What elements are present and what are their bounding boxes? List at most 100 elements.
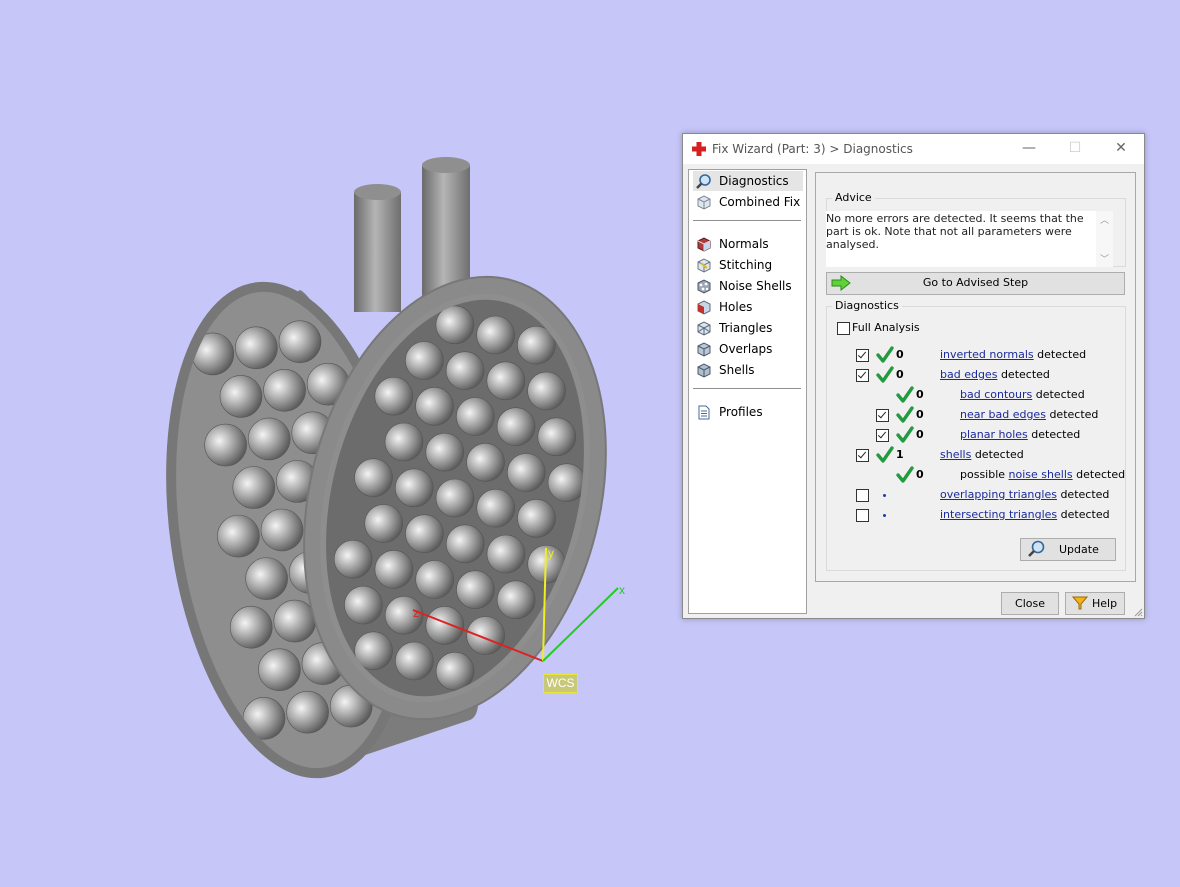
nav-item-stitching[interactable]: Stitching <box>693 255 803 275</box>
advice-scrollbar[interactable]: ︿ ﹀ <box>1096 211 1113 267</box>
diagnostic-suffix: detected <box>1049 408 1099 421</box>
diagnostic-suffix: detected <box>1037 348 1087 361</box>
stitching-cube-icon <box>697 258 711 273</box>
diagnostic-link[interactable]: bad contours <box>960 388 1032 401</box>
diagnostic-checkbox[interactable] <box>856 509 869 522</box>
diagnostic-link[interactable]: intersecting triangles <box>940 508 1057 521</box>
nav-label: Noise Shells <box>719 279 792 293</box>
help-label: Help <box>1092 597 1118 610</box>
normals-cube-icon <box>697 237 711 252</box>
diagnostic-checkbox[interactable] <box>856 449 869 462</box>
noise-shells-icon <box>697 279 711 294</box>
holes-cube-icon <box>697 300 711 315</box>
diagnostic-link[interactable]: near bad edges <box>960 408 1046 421</box>
diagnostic-count: 1 <box>896 448 904 461</box>
nav-item-profiles[interactable]: Profiles <box>693 402 803 422</box>
diagnostic-count: 0 <box>896 348 904 361</box>
diagnostic-checkbox[interactable] <box>876 409 889 422</box>
nav-item-combined-fix[interactable]: Combined Fix <box>693 192 803 212</box>
nav-divider <box>693 388 801 389</box>
maximize-button[interactable]: ☐ <box>1052 134 1098 164</box>
diagnostic-link[interactable]: overlapping triangles <box>940 488 1057 501</box>
diagnostic-suffix: detected <box>1035 388 1085 401</box>
diagnostics-title: Diagnostics <box>832 299 902 312</box>
update-label: Update <box>1059 543 1099 556</box>
close-button[interactable]: Close <box>1001 592 1059 615</box>
help-button[interactable]: Help <box>1065 592 1125 615</box>
nav-item-triangles[interactable]: Triangles <box>693 318 803 338</box>
diagnostic-text: bad contours detected <box>960 388 1085 401</box>
diagnostic-checkbox[interactable] <box>856 489 869 502</box>
diagnostic-checkbox[interactable] <box>856 369 869 382</box>
not-analysed-dot <box>883 514 886 517</box>
funnel-help-icon <box>1072 596 1088 610</box>
title-bar[interactable]: Fix Wizard (Part: 3) > Diagnostics — ☐ ✕ <box>683 134 1144 164</box>
diagnostic-text: inverted normals detected <box>940 348 1086 361</box>
nav-label: Combined Fix <box>719 195 801 209</box>
diagnostic-count: 0 <box>916 388 924 401</box>
diagnostic-link[interactable]: noise shells <box>1009 468 1073 481</box>
close-window-button[interactable]: ✕ <box>1098 134 1144 164</box>
fix-wizard-dialog: Fix Wizard (Part: 3) > Diagnostics — ☐ ✕… <box>682 133 1145 619</box>
nav-item-noise-shells[interactable]: Noise Shells <box>693 276 803 296</box>
nav-divider <box>693 220 801 221</box>
diagnostic-text: bad edges detected <box>940 368 1050 381</box>
part-model[interactable] <box>0 0 670 887</box>
go-to-advised-step-label: Go to Advised Step <box>922 276 1029 289</box>
wcs-label: WCS <box>543 674 578 693</box>
x-axis-label: x <box>619 583 625 597</box>
green-check-icon <box>876 366 894 383</box>
diagnostics-panel: Advice No more errors are detected. It s… <box>815 172 1136 582</box>
diagnostic-checkbox[interactable] <box>856 349 869 362</box>
diagnostic-suffix: detected <box>1060 508 1110 521</box>
diagnostic-link[interactable]: bad edges <box>940 368 997 381</box>
y-axis-label: y <box>548 546 554 560</box>
diagnostic-link[interactable]: shells <box>940 448 971 461</box>
z-axis-label: z <box>413 606 419 620</box>
diagnostic-count: 0 <box>916 408 924 421</box>
overlaps-cube-icon <box>697 342 711 357</box>
nav-label: Shells <box>719 363 755 377</box>
update-button[interactable]: Update <box>1020 538 1116 561</box>
nav-label: Normals <box>719 237 769 251</box>
diagnostic-count: 0 <box>896 368 904 381</box>
diagnostic-suffix: detected <box>1031 428 1081 441</box>
magnifier-icon <box>1028 540 1045 557</box>
full-analysis-checkbox[interactable] <box>837 322 850 335</box>
close-label: Close <box>1015 597 1045 610</box>
diagnostic-link[interactable]: inverted normals <box>940 348 1034 361</box>
diagnostic-suffix: detected <box>974 448 1024 461</box>
green-check-icon <box>896 386 914 403</box>
resize-grip-icon[interactable] <box>1133 607 1143 617</box>
diagnostic-checkbox[interactable] <box>876 429 889 442</box>
diagnostic-text: intersecting triangles detected <box>940 508 1110 521</box>
nav-label: Stitching <box>719 258 773 272</box>
diagnostic-text: possible noise shells detected <box>960 468 1125 481</box>
diagnostic-link[interactable]: planar holes <box>960 428 1028 441</box>
dialog-title: Fix Wizard (Part: 3) > Diagnostics <box>712 142 913 156</box>
cube-icon <box>697 195 711 210</box>
nav-item-diagnostics[interactable]: Diagnostics <box>693 171 803 191</box>
green-check-icon <box>896 406 914 423</box>
nav-item-overlaps[interactable]: Overlaps <box>693 339 803 359</box>
diagnostic-text: overlapping triangles detected <box>940 488 1109 501</box>
go-to-advised-step-button[interactable]: Go to Advised Step <box>826 272 1125 295</box>
minimize-button[interactable]: — <box>1006 134 1052 164</box>
nav-label: Triangles <box>719 321 773 335</box>
diagnostic-text: planar holes detected <box>960 428 1080 441</box>
full-analysis-label: Full Analysis <box>852 321 920 334</box>
nav-label: Overlaps <box>719 342 773 356</box>
magnifier-icon <box>696 174 711 189</box>
scroll-up-icon[interactable]: ︿ <box>1096 213 1113 226</box>
green-check-icon <box>896 426 914 443</box>
3d-viewport[interactable]: z y x WCS <box>0 0 670 887</box>
document-icon <box>698 405 710 420</box>
nav-item-normals[interactable]: Normals <box>693 234 803 254</box>
nav-label: Holes <box>719 300 753 314</box>
scroll-down-icon[interactable]: ﹀ <box>1096 252 1113 265</box>
nav-label: Diagnostics <box>719 174 789 188</box>
diagnostic-count: 0 <box>916 428 924 441</box>
nav-item-holes[interactable]: Holes <box>693 297 803 317</box>
advice-text: No more errors are detected. It seems th… <box>826 212 1084 251</box>
nav-item-shells[interactable]: Shells <box>693 360 803 380</box>
